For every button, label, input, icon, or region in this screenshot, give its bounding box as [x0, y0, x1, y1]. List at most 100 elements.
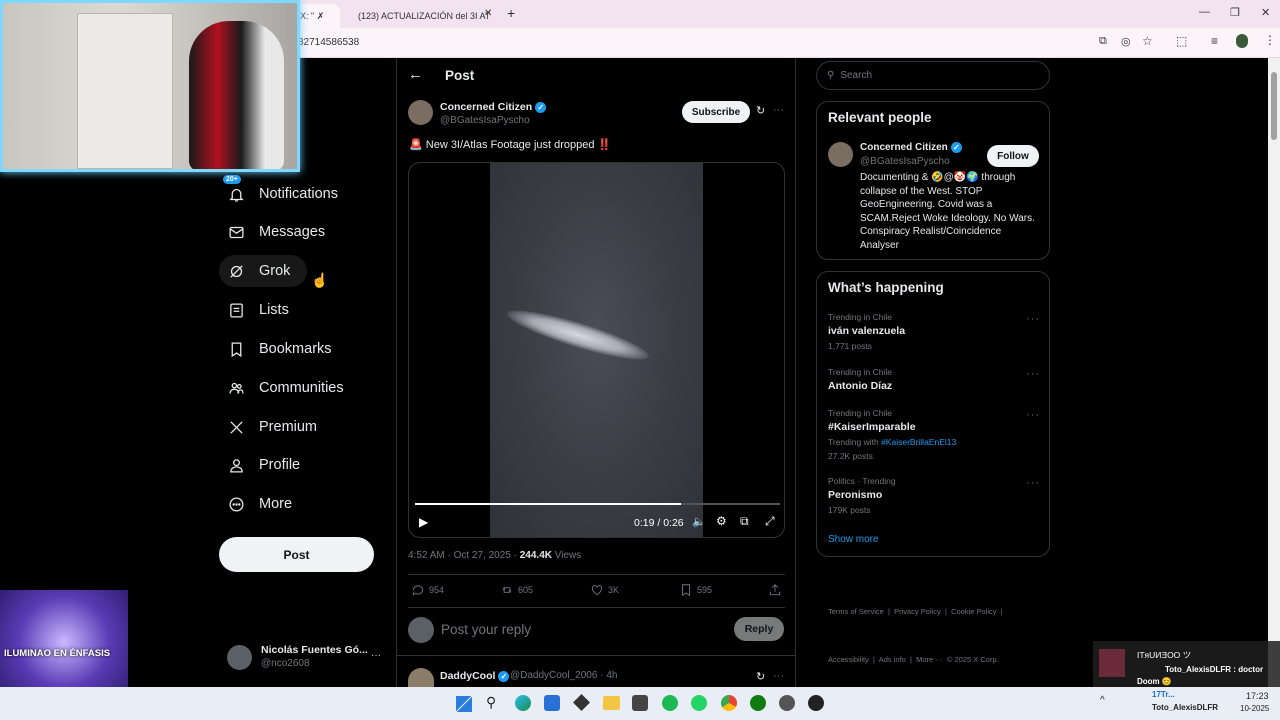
sidebar-item-messages[interactable]: Messages [219, 214, 325, 250]
trend-item[interactable]: Trending in Chile iván valenzuela 1,771 … [828, 312, 905, 351]
sidebar-item-premium[interactable]: Premium [219, 409, 317, 445]
share-action[interactable] [768, 583, 786, 597]
sidebar-item-bookmarks[interactable]: Bookmarks [219, 331, 332, 367]
trend-more-icon[interactable]: ··· [1026, 409, 1040, 421]
grok-explain-icon[interactable]: ↻ [756, 104, 765, 117]
chrome-icon[interactable] [721, 695, 737, 711]
sidebar-item-lists[interactable]: Lists [219, 292, 289, 328]
sidebar-item-notifications[interactable]: 20+ Notifications [219, 175, 338, 212]
search-icon[interactable]: ⚲ [486, 694, 496, 711]
trend-more-icon[interactable]: ··· [1026, 477, 1040, 489]
reply-author-name[interactable]: DaddyCool ✓ [440, 670, 510, 682]
account-handle: @nco2608 [261, 658, 310, 669]
heart-icon [591, 585, 603, 596]
xbox-icon[interactable] [750, 695, 766, 711]
chat-user-label: Toto_AlexisDLFR [1152, 703, 1219, 712]
edge-icon[interactable] [515, 695, 531, 711]
url-text[interactable]: 32714586538 [298, 37, 359, 48]
trend-item[interactable]: Trending in Chile #KaiserImparable Trend… [828, 408, 956, 461]
avatar [227, 645, 252, 670]
trend-hashtag-link[interactable]: #KaiserBrillaEnEl13 [881, 437, 956, 447]
media-icon[interactable]: ≡ [1211, 34, 1218, 48]
whatsapp-icon[interactable] [691, 695, 707, 711]
author-name[interactable]: Concerned Citizen ✓ [440, 101, 547, 113]
windows-start-icon[interactable] [456, 696, 472, 712]
grok-explain-icon[interactable]: ↻ [756, 670, 765, 683]
back-arrow-icon[interactable]: ← [408, 66, 423, 83]
video-object [503, 301, 653, 369]
app-icon[interactable] [632, 695, 648, 711]
reply-action[interactable]: 954 [411, 583, 444, 597]
extensions-icon[interactable]: ⬚ [1176, 34, 1187, 48]
settings-icon[interactable]: ⚙ [716, 514, 727, 528]
follow-button[interactable]: Follow [987, 145, 1039, 167]
person-icon [225, 454, 247, 476]
tray-chevron-icon[interactable]: ^ [1100, 695, 1105, 706]
video-player[interactable]: ▶ 0:19 / 0:26 🔈 ⚙ ⧉ ⤢ [408, 162, 785, 538]
star-icon[interactable]: ☆ [1142, 34, 1153, 48]
new-tab-button[interactable]: + [507, 5, 515, 21]
trend-item[interactable]: Trending in Chile Antonio Díaz [828, 367, 892, 392]
browser-tab-youtube[interactable]: (123) ACTUALIZACIÓN del 3I AT [344, 4, 496, 28]
install-icon[interactable]: ⧉ [1099, 35, 1107, 48]
person-name[interactable]: Concerned Citizen ✓ [860, 142, 962, 153]
account-switcher[interactable]: Nicolás Fuentes Gó... @nco2608 ··· [227, 643, 387, 673]
trend-more-icon[interactable]: ··· [1026, 313, 1040, 325]
author-handle[interactable]: @BGatesIsaPyscho [440, 115, 530, 126]
store-icon[interactable] [544, 695, 560, 711]
subscribe-button[interactable]: Subscribe [682, 101, 750, 123]
clock-time[interactable]: 17:23 [1246, 691, 1269, 701]
menu-icon[interactable]: ⋮ [1264, 33, 1276, 47]
sidebar-item-label: Grok [259, 263, 291, 279]
bookmark-action[interactable]: 595 [679, 583, 712, 597]
reply-button[interactable]: Reply [734, 617, 784, 641]
chat-title: ITᴙUИƎOO ツ [1137, 650, 1192, 660]
account-more-icon[interactable]: ··· [371, 650, 381, 661]
media-player-icon[interactable] [808, 695, 824, 711]
sidebar-item-label: Premium [259, 419, 318, 435]
post-button[interactable]: Post [219, 537, 374, 572]
trend-item[interactable]: Politics · Trending Peronismo 179K posts [828, 476, 896, 515]
footer-links[interactable]: Terms of Service | Privacy Policy | Cook… [828, 572, 1003, 700]
dock-icon[interactable]: ⧉ [740, 514, 749, 529]
sidebar-item-grok[interactable]: Grok [219, 253, 290, 289]
close-window-icon[interactable]: ✕ [1261, 6, 1270, 19]
sidebar-item-profile[interactable]: Profile [219, 447, 300, 483]
reply-more-icon[interactable]: ··· [773, 670, 784, 682]
repost-action[interactable]: 605 [500, 583, 533, 597]
post-more-icon[interactable]: ··· [773, 104, 784, 116]
volume-icon[interactable]: 🔈 [692, 515, 706, 528]
reply-input[interactable]: Post your reply [441, 622, 531, 637]
page-scrollbar[interactable] [1268, 58, 1280, 687]
close-tab-icon[interactable]: ✕ [484, 8, 492, 19]
folder-icon[interactable] [603, 696, 620, 710]
author-avatar[interactable] [408, 100, 433, 125]
show-more-link[interactable]: Show more [828, 534, 879, 545]
spotify-icon[interactable] [662, 695, 678, 711]
people-icon [225, 377, 247, 399]
webcam-door [77, 13, 173, 169]
eye-off-icon[interactable]: ◎ [1121, 35, 1131, 48]
fullscreen-icon[interactable]: ⤢ [765, 514, 775, 529]
scrollbar-thumb[interactable] [1271, 72, 1277, 140]
person-avatar[interactable] [828, 142, 853, 167]
steam-icon[interactable] [779, 695, 795, 711]
trend-more-icon[interactable]: ··· [1026, 368, 1040, 380]
tab-label: (123) ACTUALIZACIÓN del 3I AT [358, 11, 491, 21]
profile-avatar-icon[interactable] [1236, 34, 1248, 48]
play-icon[interactable]: ▶ [419, 515, 428, 529]
search-input[interactable]: ⚲ Search [816, 61, 1050, 90]
clock-date[interactable]: 10-2025 [1240, 704, 1269, 713]
x-logo-icon [225, 416, 247, 438]
sidebar-item-label: Notifications [259, 186, 338, 202]
sidebar-item-communities[interactable]: Communities [219, 370, 344, 406]
reply-author-avatar[interactable] [408, 668, 434, 687]
share-icon [769, 584, 781, 596]
sidebar-item-more[interactable]: More [219, 486, 292, 522]
like-action[interactable]: 3K [590, 583, 619, 597]
video-progress-track[interactable] [415, 503, 780, 505]
minimize-icon[interactable]: — [1199, 6, 1210, 18]
views-count: 244.4K [519, 550, 552, 561]
restore-icon[interactable]: ❐ [1230, 6, 1240, 19]
unity-icon[interactable] [573, 694, 590, 711]
